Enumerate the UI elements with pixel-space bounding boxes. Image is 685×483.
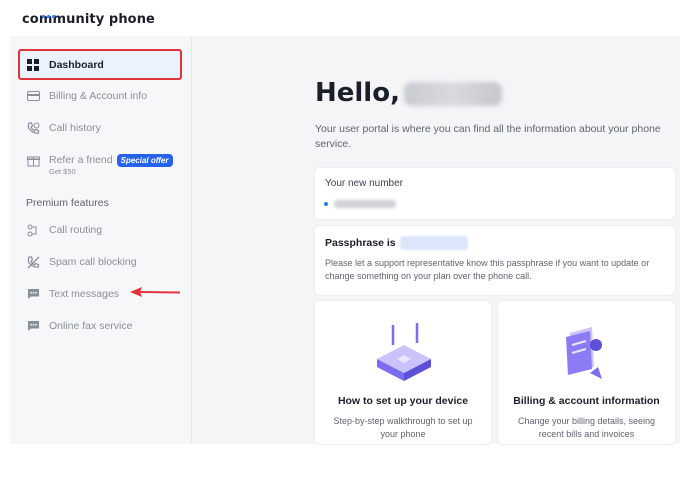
sidebar-item-dashboard[interactable]: Dashboard xyxy=(18,49,182,80)
phone-number-redacted xyxy=(324,195,396,213)
billing-card-description: Change your billing details, seeing rece… xyxy=(517,416,656,439)
setup-device-card[interactable]: How to set up your device Step-by-step w… xyxy=(315,301,491,444)
passphrase-description: Please let a support representative know… xyxy=(325,258,650,281)
setup-card-title: How to set up your device xyxy=(337,395,469,407)
intro-text: Your user portal is where you can find a… xyxy=(315,123,661,150)
routing-icon xyxy=(26,223,40,237)
sidebar-item-label: Refer a friend xyxy=(49,154,113,166)
special-offer-badge: Special offer xyxy=(116,153,173,167)
sidebar-item-label: Text messages xyxy=(49,288,120,300)
sidebar-item-fax[interactable]: Online fax service xyxy=(18,312,180,340)
top-header: community phone xyxy=(0,0,685,36)
billing-info-card[interactable]: Billing & account information Change you… xyxy=(498,301,675,444)
message-icon xyxy=(26,287,40,301)
passphrase-heading: Passphrase is xyxy=(325,236,468,250)
logo-dots xyxy=(42,7,58,18)
number-card: Your new number xyxy=(315,168,675,219)
premium-features-heading: Premium features xyxy=(26,197,109,209)
grid-icon xyxy=(26,58,40,72)
refer-sublabel: Get $50 xyxy=(49,167,76,176)
fax-icon xyxy=(26,319,40,333)
phone-history-icon xyxy=(26,121,40,135)
router-illustration-icon xyxy=(377,323,431,381)
number-blur xyxy=(334,199,396,208)
status-dot xyxy=(324,201,328,206)
setup-card-description: Step-by-step walkthrough to set up your … xyxy=(333,416,473,439)
passphrase-card: Passphrase is Please let a support repre… xyxy=(315,226,675,295)
sidebar-item-label: Online fax service xyxy=(49,320,133,332)
sidebar-item-call-routing[interactable]: Call routing xyxy=(18,216,180,244)
main-content: Hello, Your user portal is where you can… xyxy=(192,36,680,444)
sidebar-item-spam-blocking[interactable]: Spam call blocking xyxy=(18,248,180,276)
credit-card-icon xyxy=(26,89,40,103)
sidebar: Dashboard Billing & Account info Call hi… xyxy=(10,36,192,444)
sidebar-item-call-history[interactable]: Call history xyxy=(18,114,180,142)
sidebar-item-label: Call history xyxy=(49,122,101,134)
sidebar-item-refer[interactable]: Refer a friend Special offer xyxy=(18,146,180,174)
sidebar-item-label: Dashboard xyxy=(49,58,104,71)
number-card-label: Your new number xyxy=(325,178,404,189)
billing-card-title: Billing & account information xyxy=(513,395,660,407)
logo[interactable]: community phone xyxy=(22,12,155,27)
greeting-text: Hello, xyxy=(315,78,400,108)
app-container: Dashboard Billing & Account info Call hi… xyxy=(10,36,680,444)
user-name-redacted xyxy=(403,81,502,106)
passphrase-redacted xyxy=(399,236,468,250)
gift-icon xyxy=(26,153,40,167)
greeting-heading: Hello, xyxy=(315,78,502,108)
sidebar-item-billing[interactable]: Billing & Account info xyxy=(18,82,180,110)
sidebar-item-label: Call routing xyxy=(49,224,103,236)
sidebar-item-label: Spam call blocking xyxy=(49,256,137,268)
sidebar-item-label: Billing & Account info xyxy=(49,90,148,102)
document-illustration-icon xyxy=(566,327,602,379)
phone-blocked-icon xyxy=(26,255,40,269)
red-arrow-annotation xyxy=(130,287,181,297)
passphrase-label: Passphrase is xyxy=(325,236,396,249)
